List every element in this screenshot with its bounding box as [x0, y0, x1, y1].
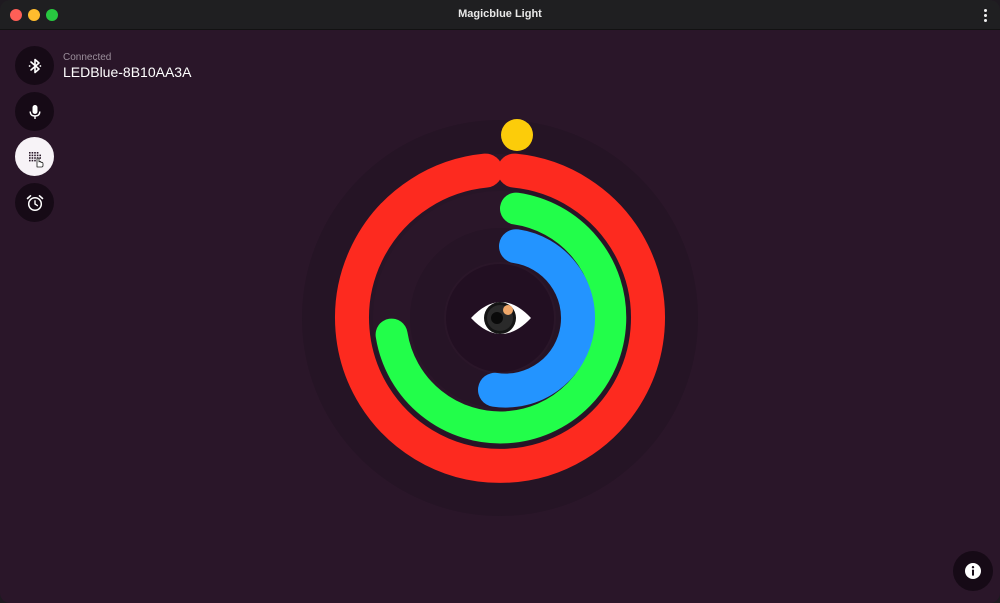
alarm-clock-icon: [26, 194, 43, 211]
ring-control: [302, 119, 698, 516]
info-button[interactable]: [953, 551, 993, 591]
dot-grid-icon: [28, 151, 43, 167]
microphone-button[interactable]: [15, 92, 54, 131]
connection-status-label: Connected: [63, 52, 112, 63]
bluetooth-button[interactable]: [15, 46, 54, 85]
hand-pointer-icon: [36, 157, 43, 167]
device-name: LEDBlue-8B10AA3A: [63, 64, 192, 80]
connection-status: Connected LEDBlue-8B10AA3A: [63, 52, 191, 81]
alarm-button[interactable]: [15, 183, 54, 222]
info-icon: [965, 563, 981, 579]
indicator-dot[interactable]: [501, 119, 533, 151]
main-content: Connected LEDBlue-8B10AA3A: [0, 30, 1000, 603]
app-window: Magicblue Light Connected LEDBlue-8B10AA…: [0, 0, 1000, 603]
bluetooth-icon: [28, 58, 41, 73]
microphone-icon: [29, 104, 40, 119]
pattern-button[interactable]: [15, 137, 54, 176]
